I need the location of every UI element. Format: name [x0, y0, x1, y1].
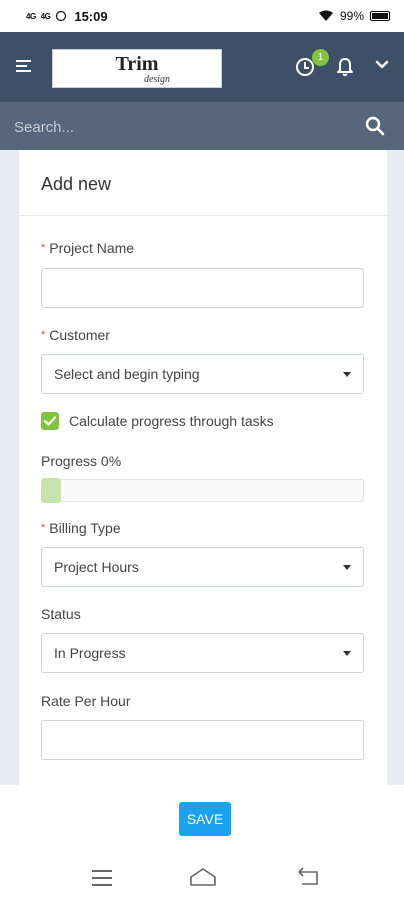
hamburger-menu-icon[interactable]	[16, 60, 31, 72]
nav-menu-icon[interactable]	[92, 870, 112, 886]
save-button[interactable]: SAVE	[179, 802, 231, 836]
nav-home-icon[interactable]	[189, 867, 217, 887]
status-select[interactable]: In Progress	[41, 633, 364, 673]
battery-percent: 99%	[339, 9, 364, 23]
progress-label: Progress 0%	[41, 453, 122, 469]
progress-slider-track[interactable]	[41, 479, 364, 502]
search-bar	[0, 102, 404, 150]
card-title: Add new	[41, 174, 112, 194]
customer-label: * Customer	[41, 327, 110, 343]
required-asterisk: *	[41, 522, 46, 534]
dropdown-caret-icon	[343, 372, 351, 377]
calculate-progress-checkbox[interactable]	[41, 412, 59, 430]
nav-back-icon[interactable]	[296, 867, 320, 887]
required-asterisk: *	[41, 242, 46, 254]
rate-per-hour-label: Rate Per Hour	[41, 693, 131, 709]
checkmark-icon	[43, 416, 57, 426]
signal-indicator-2: 4G	[40, 11, 51, 21]
search-input[interactable]	[14, 116, 344, 138]
billing-type-select-value: Project Hours	[54, 559, 139, 575]
notification-badge: 1	[312, 49, 329, 66]
rate-per-hour-input[interactable]	[41, 720, 364, 760]
chevron-down-icon[interactable]	[375, 60, 389, 70]
search-icon[interactable]	[364, 115, 386, 137]
project-name-input[interactable]	[41, 268, 364, 308]
logo[interactable]: Trim design	[52, 49, 222, 88]
bell-icon[interactable]	[334, 56, 356, 78]
add-project-card: Add new * Project Name * Customer Select a…	[19, 150, 387, 785]
status-label: Status	[41, 606, 81, 622]
dropdown-caret-icon	[343, 565, 351, 570]
whatsapp-icon	[56, 10, 67, 22]
signal-indicator-1: 4G	[26, 11, 36, 21]
status-select-value: In Progress	[54, 645, 126, 661]
calculate-progress-label[interactable]: Calculate progress through tasks	[69, 413, 274, 429]
billing-type-select[interactable]: Project Hours	[41, 547, 364, 587]
timer-clock-icon[interactable]	[296, 58, 314, 76]
required-asterisk: *	[41, 329, 46, 341]
status-bar-left: 4G 4G 15:09	[26, 9, 108, 24]
bottom-bar: SAVE	[0, 785, 404, 900]
status-bar: 4G 4G 15:09 99%	[0, 0, 404, 32]
project-name-label: * Project Name	[41, 240, 135, 256]
wifi-icon	[318, 10, 333, 21]
logo-main-text: Trim	[115, 53, 159, 75]
customer-select[interactable]: Select and begin typing	[41, 354, 364, 394]
logo-sub-text: design	[143, 74, 171, 85]
app-header: Trim design 1	[0, 32, 404, 102]
battery-icon	[370, 11, 390, 21]
card-divider	[19, 215, 387, 216]
status-time: 15:09	[74, 8, 108, 24]
customer-select-value: Select and begin typing	[54, 366, 200, 382]
dropdown-caret-icon	[343, 651, 351, 656]
status-bar-right: 99%	[318, 9, 390, 23]
progress-slider-handle[interactable]	[41, 478, 61, 503]
billing-type-label: * Billing Type	[41, 520, 121, 536]
